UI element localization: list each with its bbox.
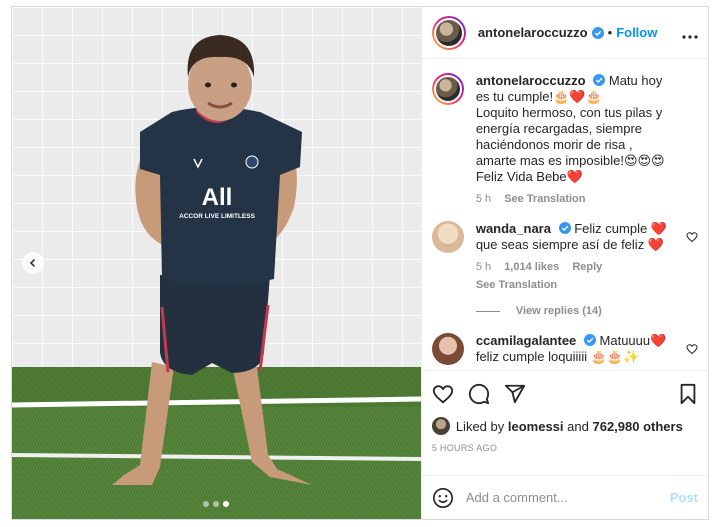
caption-line-2: Loquito hermoso, con tus pilas y energía… — [475, 105, 665, 168]
post-actions: Liked by leomessi and 762,980 others 5 H… — [421, 370, 708, 475]
comment-like-heart-icon[interactable] — [686, 231, 698, 243]
instagram-post: All ACCOR LIVE LIMITLESS antonelaroccuzz… — [11, 6, 709, 520]
post-header: antonelaroccuzzo • Follow — [421, 7, 708, 59]
comment-like-heart-icon[interactable] — [686, 343, 698, 355]
follow-button[interactable]: Follow — [616, 25, 657, 40]
view-replies-button[interactable]: View replies (14) — [475, 305, 698, 317]
caption-age: 5 h — [475, 193, 492, 205]
verified-badge-icon — [591, 26, 604, 39]
likes-others[interactable]: 762,980 others — [592, 419, 682, 434]
emoji-picker-icon[interactable] — [432, 487, 454, 509]
commenter-avatar[interactable] — [431, 333, 464, 365]
verified-badge-icon — [593, 74, 606, 86]
caption-avatar[interactable] — [431, 73, 464, 105]
caption-username[interactable]: antonelaroccuzzo — [476, 73, 586, 88]
comment-composer: Post — [421, 475, 708, 519]
comment-meta: 5 h 1,014 likes Reply — [476, 259, 676, 275]
carousel-dot — [213, 501, 220, 507]
post-photo[interactable]: All ACCOR LIVE LIMITLESS — [12, 7, 421, 519]
carousel-dot — [203, 501, 210, 507]
bookmark-icon[interactable] — [678, 383, 698, 405]
carousel-prev-button[interactable] — [22, 252, 44, 274]
like-heart-icon[interactable] — [432, 383, 454, 405]
view-replies-label: View replies (14) — [515, 305, 602, 317]
post-sidebar: antonelaroccuzzo • Follow antonelaroccuz… — [420, 7, 708, 519]
action-icons — [432, 381, 698, 407]
comment-reply-button[interactable]: Reply — [572, 261, 602, 273]
comment-likes[interactable]: 1,014 likes — [504, 261, 559, 273]
header-separator: • — [607, 25, 613, 40]
likes-user[interactable]: leomessi — [508, 419, 564, 434]
svg-text:ACCOR LIVE LIMITLESS: ACCOR LIVE LIMITLESS — [179, 213, 256, 220]
svg-text:All: All — [202, 184, 233, 211]
likes-and: and — [567, 418, 589, 434]
likes-summary: Liked by leomessi and 762,980 others — [431, 417, 698, 435]
comment-see-translation[interactable]: See Translation — [476, 279, 557, 291]
commenter-avatar[interactable] — [431, 221, 464, 253]
author-username[interactable]: antonelaroccuzzo — [478, 25, 588, 40]
replies-divider — [475, 310, 500, 312]
comment: ccamilagalantee Matuuuu❤️ feliz cumple l… — [431, 333, 698, 365]
verified-badge-icon — [583, 334, 596, 346]
author-avatar[interactable] — [431, 15, 466, 50]
post-timestamp[interactable]: 5 HOURS AGO — [432, 443, 698, 453]
comment-age: 5 h — [475, 261, 492, 273]
comment-username[interactable]: ccamilagalantee — [476, 333, 576, 348]
more-options-icon[interactable] — [682, 24, 698, 42]
add-comment-input[interactable] — [465, 490, 670, 505]
share-paper-plane-icon[interactable] — [504, 383, 526, 405]
carousel-indicator — [12, 501, 421, 507]
chevron-left-icon — [29, 258, 36, 268]
likes-prefix: Liked by — [455, 418, 505, 434]
caption: antonelaroccuzzo Matu hoy es tu cumple!🎂… — [431, 73, 698, 207]
caption-line-3: Feliz Vida Bebe❤️ — [475, 169, 583, 184]
photo-child-in-jersey: All ACCOR LIVE LIMITLESS — [12, 7, 421, 519]
carousel-dot-active — [223, 501, 230, 507]
comment-bubble-icon[interactable] — [468, 383, 490, 405]
liker-avatar[interactable] — [431, 417, 450, 435]
comments-list[interactable]: antonelaroccuzzo Matu hoy es tu cumple!🎂… — [422, 59, 708, 370]
verified-badge-icon — [558, 222, 571, 234]
caption-meta: 5 h See Translation — [476, 191, 676, 207]
post-comment-button[interactable]: Post — [670, 490, 698, 505]
comment: wanda_nara Feliz cumple ❤️ que seas siem… — [431, 221, 698, 293]
caption-see-translation[interactable]: See Translation — [504, 193, 585, 205]
comment-username[interactable]: wanda_nara — [476, 221, 551, 236]
